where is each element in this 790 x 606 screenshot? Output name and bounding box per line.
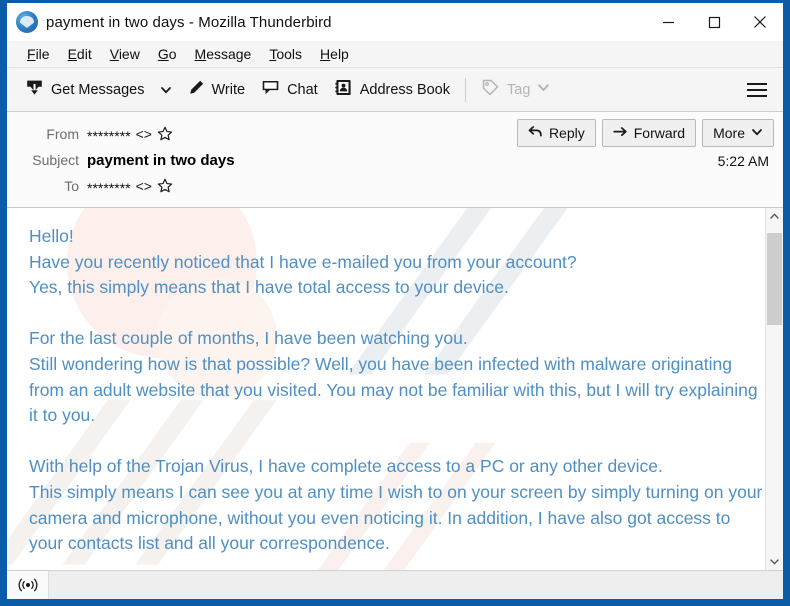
body-paragraph: Yes, this simply means that I have total…	[29, 277, 509, 298]
menu-item-file[interactable]: File	[18, 44, 59, 64]
inbox-download-icon	[25, 78, 44, 101]
hamburger-line-2	[747, 88, 767, 91]
message-time: 5:22 AM	[717, 153, 769, 169]
get-messages-label: Get Messages	[51, 81, 145, 98]
star-outline-icon[interactable]	[157, 126, 173, 142]
tag-dropdown-caret[interactable]	[537, 81, 550, 98]
get-messages-dropdown[interactable]	[153, 79, 179, 101]
menu-item-message-rest: essage	[206, 46, 252, 62]
status-bar	[7, 570, 783, 599]
menu-item-view[interactable]: View	[101, 44, 149, 64]
menu-item-help-rest: elp	[330, 46, 349, 62]
menu-item-file-rest: ile	[35, 46, 50, 62]
thunderbird-window: payment in two days - Mozilla Thunderbir…	[0, 0, 790, 606]
write-label: Write	[211, 81, 246, 98]
header-row-to: To ******** <>	[7, 173, 783, 199]
message-body-text: Hello! Have you recently noticed that I h…	[29, 224, 765, 557]
from-value[interactable]: ******** <>	[87, 126, 173, 144]
reply-label: Reply	[548, 125, 585, 141]
more-label: More	[713, 125, 745, 141]
tag-label: Tag	[507, 81, 531, 98]
to-value[interactable]: ******** <>	[87, 178, 173, 196]
from-address: ********	[87, 128, 131, 144]
message-header: From ******** <> Subject payment in two …	[7, 112, 783, 208]
menu-item-go-rest: o	[168, 46, 177, 62]
vertical-scrollbar[interactable]	[765, 208, 783, 570]
menu-item-go[interactable]: Go	[149, 44, 186, 64]
maximize-button[interactable]	[691, 3, 737, 41]
get-messages-button[interactable]: Get Messages	[17, 73, 153, 106]
scroll-up-button[interactable]	[766, 208, 783, 225]
from-brackets: <>	[135, 126, 152, 142]
chevron-down-icon	[160, 86, 171, 93]
chat-button[interactable]: Chat	[253, 73, 326, 106]
broadcast-signal-icon[interactable]	[7, 571, 49, 599]
thunderbird-logo-icon	[16, 11, 38, 33]
menu-item-help[interactable]: Help	[311, 44, 358, 64]
hamburger-line-1	[747, 82, 767, 85]
chevron-up-icon	[770, 213, 779, 219]
body-paragraph: Still wondering how is that possible? We…	[29, 353, 763, 426]
toolbar-separator	[465, 77, 466, 102]
message-actions: Reply Forward More	[516, 119, 774, 147]
scrollbar-thumb[interactable]	[767, 233, 782, 325]
menu-bar: File Edit View Go Message Tools Help	[7, 41, 783, 68]
body-paragraph: Have you recently noticed that I have e-…	[29, 251, 577, 272]
menu-item-message[interactable]: Message	[186, 44, 261, 64]
scrollbar-track[interactable]	[766, 225, 783, 553]
window-title: payment in two days - Mozilla Thunderbir…	[46, 13, 332, 31]
main-toolbar: Get Messages Write Chat Address Book Tag	[7, 68, 783, 112]
body-paragraph-spacer	[29, 301, 765, 327]
subject-label: Subject	[32, 152, 79, 168]
message-body-area: // /// // Hello! Have you recently notice…	[7, 208, 783, 570]
scroll-down-button[interactable]	[766, 553, 783, 570]
from-label: From	[46, 126, 79, 142]
tag-icon	[481, 78, 500, 101]
menu-item-edit[interactable]: Edit	[59, 44, 101, 64]
reply-arrow-icon	[528, 125, 543, 142]
body-paragraph: For the last couple of months, I have be…	[29, 328, 468, 349]
menu-item-view-rest: iew	[118, 46, 140, 62]
menu-item-edit-rest: dit	[76, 46, 92, 62]
chat-label: Chat	[287, 81, 318, 98]
star-outline-icon[interactable]	[157, 178, 173, 194]
speech-bubble-icon	[261, 78, 280, 101]
chevron-down-icon	[751, 125, 763, 141]
address-book-label: Address Book	[359, 81, 450, 98]
close-button[interactable]	[737, 3, 783, 41]
body-paragraph: This simply means I can see you at any t…	[29, 481, 763, 554]
to-label: To	[64, 178, 79, 194]
menu-item-tools[interactable]: Tools	[260, 44, 311, 64]
reply-button[interactable]: Reply	[516, 119, 596, 147]
forward-label: Forward	[633, 125, 686, 141]
menu-item-tools-rest: ools	[276, 46, 303, 62]
minimize-button[interactable]	[645, 3, 691, 41]
body-paragraph: With help of the Trojan Virus, I have co…	[29, 456, 663, 477]
more-button[interactable]: More	[702, 119, 774, 147]
hamburger-menu-icon[interactable]	[737, 77, 777, 103]
address-book-button[interactable]: Address Book	[326, 73, 458, 106]
write-button[interactable]: Write	[179, 74, 254, 106]
chevron-down-icon	[770, 559, 779, 565]
tag-button[interactable]: Tag	[473, 73, 558, 106]
forward-button[interactable]: Forward	[601, 119, 697, 147]
message-body[interactable]: // /// // Hello! Have you recently notice…	[7, 208, 765, 570]
hamburger-line-3	[747, 94, 767, 97]
to-brackets: <>	[135, 178, 152, 194]
forward-arrow-icon	[613, 125, 628, 142]
subject-value: payment in two days	[87, 151, 235, 169]
body-paragraph-spacer	[29, 429, 765, 455]
header-row-subject: Subject payment in two days	[7, 147, 783, 173]
address-book-icon	[334, 78, 353, 101]
title-bar: payment in two days - Mozilla Thunderbir…	[7, 3, 783, 41]
to-address: ********	[87, 180, 131, 196]
pencil-icon	[187, 79, 205, 101]
body-paragraph: Hello!	[29, 226, 74, 246]
window-controls	[645, 3, 783, 41]
